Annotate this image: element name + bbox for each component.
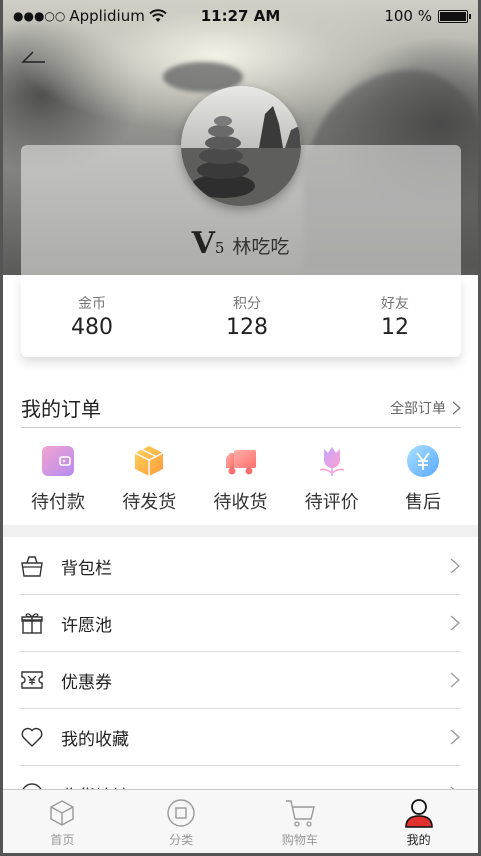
- truck-icon: [224, 444, 258, 478]
- back-icon[interactable]: [19, 48, 49, 68]
- tab-label: 我的: [406, 833, 431, 847]
- user-name-row: V5 林吃吃: [3, 226, 478, 261]
- chevron-right-icon: [450, 729, 460, 745]
- user-stats: 金币 480 积分 128 好友 12: [21, 275, 461, 357]
- bag-icon: [19, 553, 45, 579]
- stat-value: 480: [71, 315, 113, 340]
- gift-icon: [19, 610, 45, 636]
- user-icon: [403, 797, 435, 829]
- stat-points[interactable]: 积分 128: [226, 275, 268, 357]
- order-awaiting-review[interactable]: 待评价: [287, 444, 377, 514]
- order-label: 待收货: [213, 492, 268, 513]
- signal-dots: ●●●○○: [13, 9, 66, 23]
- tab-cart[interactable]: 购物车: [241, 790, 360, 853]
- avatar[interactable]: [181, 86, 301, 206]
- cube-icon: [46, 797, 78, 829]
- order-pending-payment[interactable]: 待付款: [13, 444, 103, 514]
- vip-badge: V5: [191, 226, 225, 261]
- stat-label: 好友: [381, 296, 409, 312]
- tab-mine[interactable]: 我的: [359, 790, 478, 853]
- battery-percent: 100 %: [384, 7, 432, 25]
- menu-label: 许愿池: [61, 615, 112, 636]
- tab-label: 分类: [169, 833, 194, 847]
- battery-icon: [438, 9, 471, 23]
- stat-label: 金币: [78, 296, 106, 312]
- order-label: 待发货: [122, 492, 177, 513]
- chevron-right-icon: [450, 672, 460, 688]
- chevron-right-icon: [450, 615, 460, 631]
- order-after-sales[interactable]: 售后: [378, 444, 468, 514]
- all-orders-label: 全部订单: [390, 400, 446, 417]
- section-separator: [3, 525, 478, 537]
- order-awaiting-receipt[interactable]: 待收货: [196, 444, 286, 514]
- profile-menu-list: 背包栏 许愿池 优惠券 我的收藏: [19, 538, 461, 823]
- category-icon: [165, 797, 197, 829]
- status-time: 11:27 AM: [200, 7, 281, 25]
- stat-friends[interactable]: 好友 12: [381, 275, 409, 357]
- stat-value: 128: [226, 315, 268, 340]
- heart-icon: [19, 724, 45, 750]
- menu-item-backpack[interactable]: 背包栏: [19, 538, 461, 595]
- orders-header: 我的订单 全部订单: [21, 388, 461, 428]
- menu-item-coupons[interactable]: 优惠券: [19, 652, 461, 709]
- tab-home[interactable]: 首页: [3, 790, 122, 853]
- tab-label: 首页: [50, 833, 75, 847]
- order-label: 售后: [405, 492, 441, 513]
- cart-icon: [284, 797, 316, 829]
- flower-icon: [315, 444, 349, 478]
- stat-value: 12: [381, 315, 409, 340]
- status-bar: ●●●○○ Applidium 11:27 AM 100 %: [3, 0, 478, 32]
- tab-categories[interactable]: 分类: [122, 790, 241, 853]
- order-label: 待付款: [31, 492, 85, 513]
- wifi-icon: [149, 9, 167, 22]
- bottom-tab-bar: 首页 分类 购物车 我的: [3, 789, 478, 853]
- menu-item-favorites[interactable]: 我的收藏: [19, 709, 461, 766]
- tab-label: 购物车: [281, 833, 318, 847]
- coupon-icon: [19, 667, 45, 693]
- menu-item-wish-pool[interactable]: 许愿池: [19, 595, 461, 652]
- order-awaiting-shipment[interactable]: 待发货: [104, 444, 194, 514]
- yen-icon: [406, 444, 440, 478]
- chevron-right-icon: [452, 401, 461, 414]
- menu-label: 优惠券: [61, 672, 112, 693]
- all-orders-link[interactable]: 全部订单: [390, 398, 461, 418]
- chevron-right-icon: [450, 558, 460, 574]
- stat-coins[interactable]: 金币 480: [71, 275, 113, 357]
- carrier-name: Applidium: [69, 7, 145, 25]
- username: 林吃吃: [232, 236, 290, 258]
- order-label: 待评价: [304, 492, 359, 513]
- menu-label: 背包栏: [61, 558, 112, 579]
- stat-label: 积分: [233, 296, 261, 312]
- app-screen: ●●●○○ Applidium 11:27 AM 100 % V5 林吃吃 金币…: [0, 0, 481, 856]
- menu-label: 我的收藏: [61, 729, 129, 750]
- wallet-icon: [41, 444, 75, 478]
- order-status-grid: 待付款 待发货 待收货 待评价 售后: [13, 444, 468, 514]
- package-icon: [132, 444, 166, 478]
- orders-title: 我的订单: [21, 397, 101, 421]
